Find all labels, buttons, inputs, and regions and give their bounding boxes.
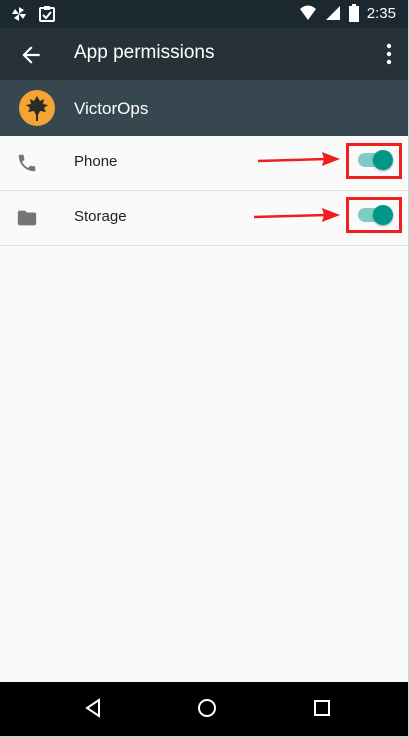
highlight-box-phone — [346, 143, 402, 179]
arrow-back-icon[interactable] — [18, 42, 44, 68]
navigation-bar — [0, 682, 408, 736]
battery-icon — [348, 4, 359, 22]
red-arrow-icon — [257, 152, 340, 166]
phone-screen: 2:35 App permissions VictorOps Phone Sto… — [0, 0, 410, 738]
checklist-icon — [39, 6, 55, 22]
victorops-leaf-logo — [19, 90, 55, 126]
highlight-box-storage — [346, 197, 402, 233]
status-time: 2:35 — [366, 4, 396, 22]
status-bar: 2:35 — [0, 0, 408, 28]
phone-icon — [18, 154, 36, 172]
wifi-icon — [299, 5, 316, 20]
back-triangle-icon[interactable] — [82, 696, 106, 720]
signal-icon — [325, 6, 340, 20]
folder-icon — [17, 210, 37, 226]
recents-square-icon[interactable] — [310, 696, 334, 720]
page-title: App permissions — [74, 42, 215, 63]
app-name: VictorOps — [74, 99, 149, 118]
app-bar: App permissions — [0, 28, 408, 80]
red-arrow-icon — [253, 208, 340, 222]
more-vert-icon[interactable] — [382, 42, 396, 66]
permission-label: Storage — [74, 208, 127, 225]
permission-label: Phone — [74, 153, 118, 170]
home-circle-icon[interactable] — [195, 696, 219, 720]
pinwheel-icon — [12, 7, 26, 21]
app-header: VictorOps — [0, 80, 408, 136]
